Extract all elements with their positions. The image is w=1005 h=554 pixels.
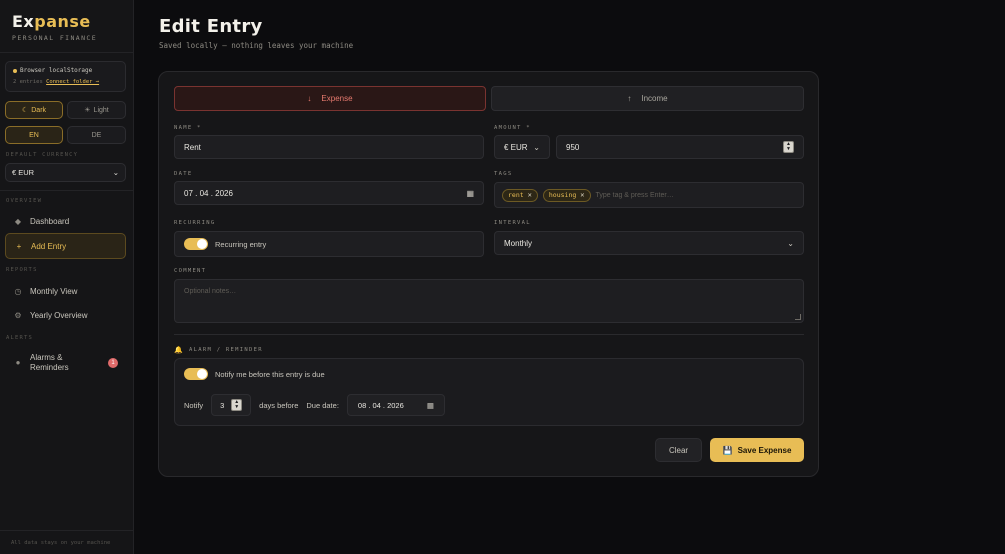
calendar-icon[interactable]: ▦ xyxy=(466,189,474,198)
arrow-down-icon: ↓ xyxy=(307,94,311,103)
close-icon[interactable]: ✕ xyxy=(528,191,532,199)
storage-mode: Browser localStorage xyxy=(20,67,92,74)
tags-label: TAGS xyxy=(494,171,512,177)
alerts-section-label: ALERTS xyxy=(6,335,33,341)
alarm-toggle[interactable] xyxy=(184,368,208,380)
arrow-up-icon: ↑ xyxy=(627,94,631,103)
app-logo: Expanse xyxy=(12,12,97,31)
theme-light-button[interactable]: ☀Light xyxy=(67,101,126,119)
floppy-disk-icon: 💾 xyxy=(723,446,733,455)
nav-monthly-view[interactable]: ◷Monthly View xyxy=(5,279,126,303)
date-label: DATE xyxy=(174,171,192,177)
close-icon[interactable]: ✕ xyxy=(580,191,584,199)
entries-count: 2 entries xyxy=(13,79,43,85)
save-button[interactable]: 💾 Save Expense xyxy=(710,438,804,462)
lang-en-button[interactable]: EN xyxy=(5,126,63,144)
comment-textarea[interactable]: Optional notes… xyxy=(174,279,804,323)
number-stepper-icon[interactable]: ▲▼ xyxy=(783,141,794,153)
brand: Expanse PERSONAL FINANCE xyxy=(12,12,97,42)
alarm-section-label: 🔔 ALARM / REMINDER xyxy=(174,346,263,354)
resize-handle-icon[interactable] xyxy=(795,314,801,320)
page-subtitle: Saved locally — nothing leaves your mach… xyxy=(159,41,353,50)
alarm-count-badge: 1 xyxy=(108,358,118,368)
divider xyxy=(174,334,804,335)
sun-icon: ☀ xyxy=(84,106,90,114)
currency-section-label: DEFAULT CURRENCY xyxy=(6,152,78,158)
chevron-down-icon: ⌄ xyxy=(533,143,540,152)
income-type-button[interactable]: ↑Income xyxy=(491,86,804,111)
bell-icon: 🔔 xyxy=(174,346,184,354)
app-subtitle: PERSONAL FINANCE xyxy=(12,34,97,42)
theme-dark-button[interactable]: ☾Dark xyxy=(5,101,63,119)
calendar-icon[interactable]: ▦ xyxy=(427,401,434,410)
divider xyxy=(0,190,134,191)
clear-button[interactable]: Clear xyxy=(655,438,702,462)
chevron-down-icon: ⌄ xyxy=(113,168,119,177)
nav-yearly-overview[interactable]: ⚙Yearly Overview xyxy=(5,303,126,327)
moon-icon: ☾ xyxy=(22,106,28,114)
name-label: NAME * xyxy=(174,125,202,131)
alarm-toggle-label: Notify me before this entry is due xyxy=(215,370,325,379)
nav-add-entry[interactable]: +Add Entry xyxy=(5,233,126,259)
plus-icon: + xyxy=(15,242,23,251)
tag-chip: housing✕ xyxy=(543,189,591,202)
amount-label: AMOUNT * xyxy=(494,125,531,131)
tag-placeholder: Type tag & press Enter… xyxy=(596,192,674,199)
overview-section-label: OVERVIEW xyxy=(6,198,42,204)
bell-icon: ● xyxy=(14,358,22,368)
tag-chip: rent✕ xyxy=(502,189,538,202)
amount-input[interactable]: 950 ▲▼ xyxy=(556,135,804,159)
expense-type-button[interactable]: ↓Expense xyxy=(174,86,486,111)
connect-folder-link[interactable]: Connect folder → xyxy=(46,79,99,85)
number-stepper-icon[interactable]: ▲▼ xyxy=(231,399,242,411)
footer-note: All data stays on your machine xyxy=(11,540,110,546)
divider xyxy=(0,530,134,531)
name-input[interactable]: Rent xyxy=(174,135,484,159)
due-date-label: Due date: xyxy=(306,401,339,410)
clock-icon: ◷ xyxy=(14,287,22,296)
interval-select[interactable]: Monthly ⌄ xyxy=(494,231,804,255)
reports-section-label: REPORTS xyxy=(6,267,38,273)
recurring-toggle[interactable] xyxy=(184,238,208,250)
comment-label: COMMENT xyxy=(174,268,206,274)
sidebar: Expanse PERSONAL FINANCE Browser localSt… xyxy=(0,0,134,554)
status-dot-icon xyxy=(13,69,17,73)
nav-dashboard[interactable]: ◆Dashboard xyxy=(5,209,126,233)
days-before-label: days before xyxy=(259,401,298,410)
tags-input[interactable]: rent✕ housing✕ Type tag & press Enter… xyxy=(494,182,804,208)
nav-alarms[interactable]: ●Alarms & Reminders 1 xyxy=(5,350,126,376)
currency-select[interactable]: € EUR ⌄ xyxy=(5,163,126,182)
chevron-down-icon: ⌄ xyxy=(787,239,794,248)
diamond-icon: ◆ xyxy=(14,217,22,226)
lang-de-button[interactable]: DE xyxy=(67,126,126,144)
gear-icon: ⚙ xyxy=(14,311,22,320)
notify-days-input[interactable]: 3 ▲▼ xyxy=(211,394,251,416)
due-date-input[interactable]: 08 . 04 . 2026 ▦ xyxy=(347,394,445,416)
interval-label: INTERVAL xyxy=(494,220,531,226)
date-input[interactable]: 07 . 04 . 2026 ▦ xyxy=(174,181,484,205)
page-title: Edit Entry xyxy=(159,16,263,37)
storage-status: Browser localStorage 2 entries Connect f… xyxy=(5,61,126,92)
recurring-toggle-row: Recurring entry xyxy=(174,231,484,257)
divider xyxy=(0,52,134,53)
notify-label: Notify xyxy=(184,401,203,410)
amount-currency-select[interactable]: € EUR ⌄ xyxy=(494,135,550,159)
recurring-label: RECURRING xyxy=(174,220,216,226)
alarm-panel: Notify me before this entry is due Notif… xyxy=(174,358,804,426)
